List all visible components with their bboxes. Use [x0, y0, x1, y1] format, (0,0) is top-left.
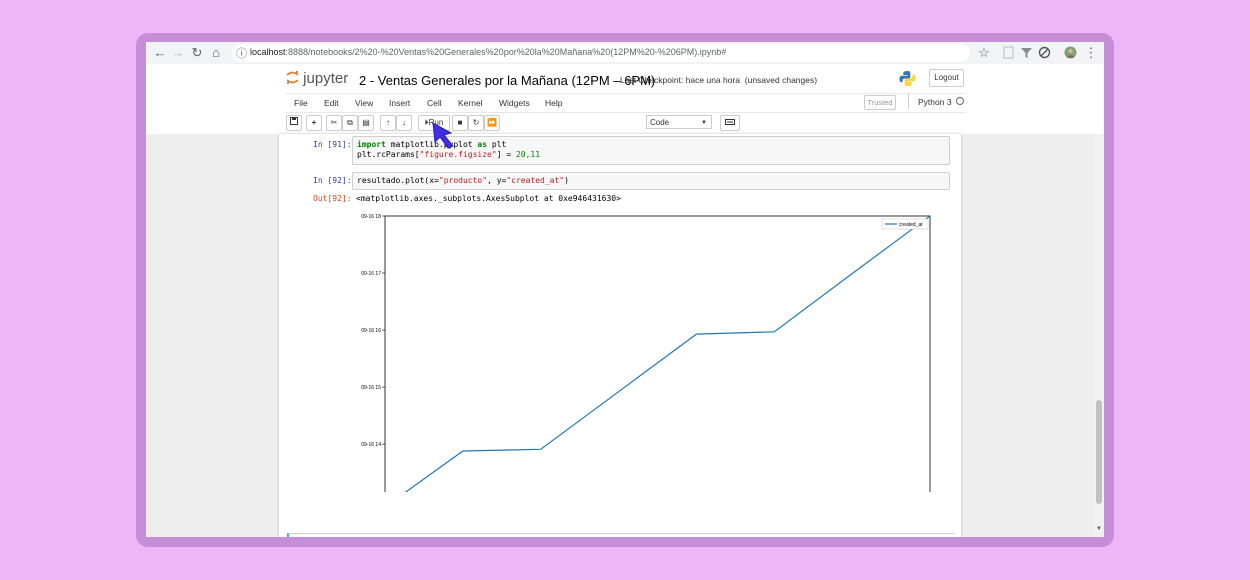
cell-type-select[interactable]: Code ▼: [646, 115, 712, 129]
code-token: import: [357, 140, 386, 149]
save-icon: [290, 117, 298, 125]
scissors-icon: ✂: [330, 118, 338, 127]
arrow-down-icon: ↓: [402, 118, 406, 127]
kernel-name[interactable]: Python 3: [918, 97, 952, 107]
back-icon[interactable]: ←: [152, 45, 168, 61]
menu-cell[interactable]: Cell: [427, 98, 442, 108]
move-down-button[interactable]: ↓: [396, 115, 412, 131]
copy-button[interactable]: ⧉: [342, 115, 358, 131]
notebook-header: jupyter 2 - Ventas Generales por la Maña…: [146, 64, 1104, 134]
menu-kernel[interactable]: Kernel: [458, 98, 483, 108]
forward-icon[interactable]: →: [170, 45, 186, 61]
cell-type-value: Code: [650, 118, 670, 127]
jupyter-logo-icon: [286, 71, 299, 84]
restart-icon: ↻: [472, 118, 480, 127]
menu-widgets[interactable]: Widgets: [499, 98, 530, 108]
cell-prompt: In [91]:: [313, 140, 352, 149]
unsaved-text: (unsaved changes): [744, 75, 818, 85]
trusted-indicator[interactable]: Trusted: [864, 95, 896, 110]
scroll-down-icon[interactable]: ▼: [1096, 526, 1102, 532]
command-palette-button[interactable]: [720, 115, 740, 131]
legend: created_at: [881, 218, 929, 230]
code-token: as: [477, 140, 488, 149]
scrollbar[interactable]: ▼: [1094, 134, 1104, 537]
insert-cell-button[interactable]: +: [306, 115, 322, 131]
kernel-status-icon: [956, 97, 964, 105]
legend-label: created_at: [899, 222, 923, 228]
dropdown-arrow-icon: ▼: [701, 120, 707, 126]
code-token: plt.rcParams[: [357, 150, 420, 159]
move-up-button[interactable]: ↑: [380, 115, 396, 131]
copy-icon: ⧉: [347, 118, 353, 127]
logout-button[interactable]: Logout: [929, 69, 964, 87]
save-button[interactable]: [286, 115, 302, 131]
cell-prompt: In [92]:: [313, 176, 352, 185]
reload-icon[interactable]: ↻: [189, 45, 205, 61]
restart-button[interactable]: ↻: [468, 115, 484, 131]
paste-button[interactable]: ▤: [358, 115, 374, 131]
paste-icon: ▤: [362, 118, 370, 127]
plus-icon: +: [311, 118, 317, 127]
keyboard-icon: [725, 119, 735, 125]
line-chart: 09-16 1309-16 1409-16 1509-16 1609-16 17…: [361, 214, 931, 492]
extension-filter-icon[interactable]: [1020, 46, 1033, 59]
checkpoint-text: Last Checkpoint: hace una hora: [620, 75, 741, 85]
cut-button[interactable]: ✂: [326, 115, 342, 131]
menu-insert[interactable]: Insert: [389, 98, 410, 108]
y-tick-label: 09-16 18: [361, 214, 381, 220]
menu-view[interactable]: View: [355, 98, 373, 108]
checkpoint-status: Last Checkpoint: hace una hora (unsaved …: [620, 75, 817, 85]
menu-edit[interactable]: Edit: [324, 98, 339, 108]
info-icon[interactable]: ⓘ: [236, 45, 247, 61]
python-logo-icon: [899, 71, 916, 86]
extension-page-icon[interactable]: [1002, 46, 1015, 59]
notebook-toolbar: + ✂ ⧉ ▤ ↑ ↓ ⏵Run ■ ↻ ⏩ Code ▼: [286, 113, 966, 131]
notebook-title[interactable]: 2 - Ventas Generales por la Mañana (12PM…: [359, 73, 655, 88]
y-tick-label: 09-16 17: [361, 271, 381, 277]
jupyter-logo[interactable]: jupyter: [286, 70, 348, 87]
address-bar[interactable]: ⓘ localhost:8888/notebooks/2%20-%20Venta…: [232, 44, 970, 62]
y-tick-label: 09-16 15: [361, 385, 381, 391]
scrollbar-thumb[interactable]: [1096, 400, 1102, 504]
output-prompt: Out[92]:: [313, 194, 352, 203]
arrow-up-icon: ↑: [386, 118, 390, 127]
code-token: plt: [487, 140, 507, 149]
bookmark-star-icon[interactable]: ☆: [976, 45, 992, 61]
y-ticks: 09-16 1309-16 1409-16 1509-16 1609-16 17…: [361, 214, 385, 448]
menu-help[interactable]: Help: [545, 98, 562, 108]
code-token: "figure.figsize": [419, 150, 497, 159]
browser-menu-icon[interactable]: ⋮: [1083, 45, 1099, 61]
code-token: 20,11: [515, 150, 541, 159]
y-tick-label: 09-16 14: [361, 442, 381, 448]
restart-run-all-button[interactable]: ⏩: [484, 115, 500, 131]
y-tick-label: 09-16 16: [361, 328, 381, 334]
code-token: ] =: [496, 150, 516, 159]
menu-file[interactable]: File: [294, 98, 308, 108]
jupyter-logo-text: jupyter: [303, 70, 349, 87]
browser-toolbar: ← → ↻ ⌂ ⓘ localhost:8888/notebooks/2%20-…: [146, 42, 1104, 65]
profile-avatar-icon[interactable]: [1064, 46, 1077, 59]
kernel-divider: [908, 94, 909, 109]
home-icon[interactable]: ⌂: [208, 45, 224, 61]
fast-forward-icon: ⏩: [487, 118, 497, 127]
next-cell-edge[interactable]: [287, 533, 955, 537]
url-text[interactable]: localhost:8888/notebooks/2%20-%20Ventas%…: [250, 47, 726, 57]
mouse-cursor-arrow-icon: [432, 122, 454, 149]
extension-block-icon[interactable]: [1038, 46, 1051, 59]
